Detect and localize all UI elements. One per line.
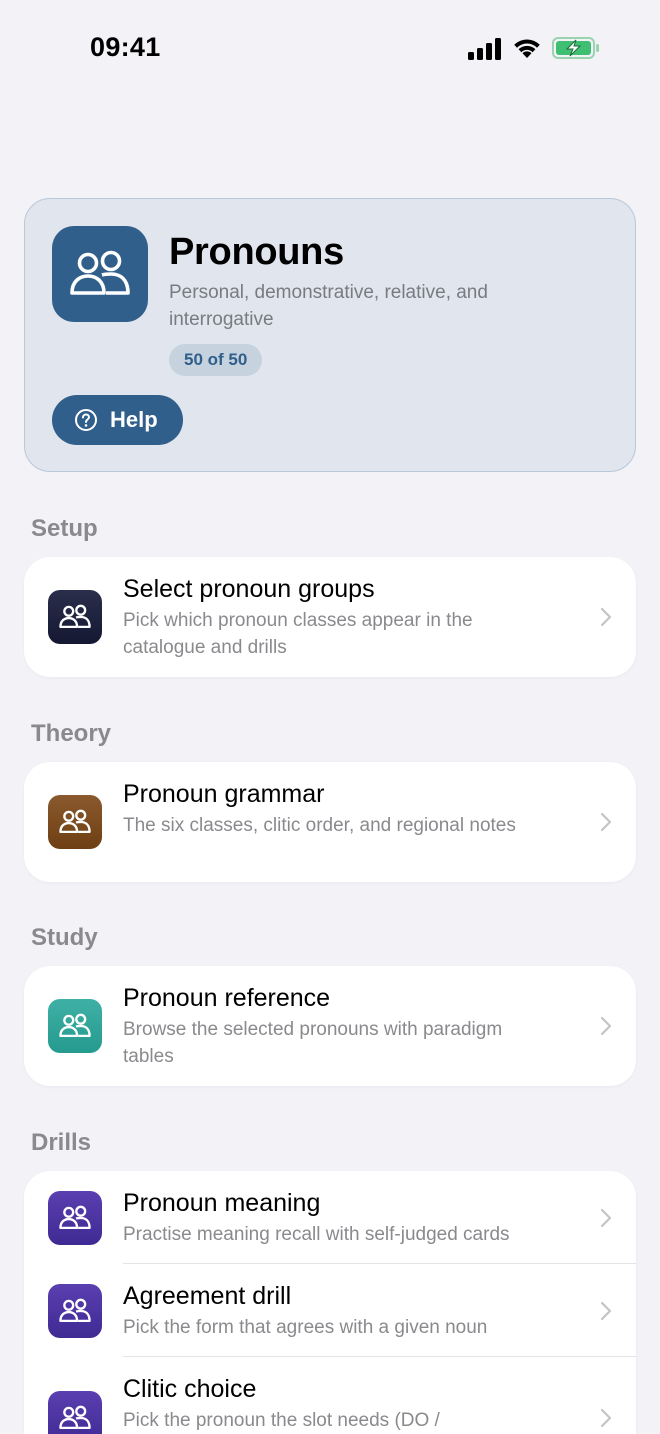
count-badge: 50 of 50 xyxy=(169,344,263,376)
chevron-right-icon xyxy=(600,607,612,627)
people-icon xyxy=(48,1284,102,1338)
header-card: Pronouns Personal, demonstrative, relati… xyxy=(24,198,636,472)
chevron-right-icon xyxy=(600,1301,612,1321)
item-description: Pick the form that agrees with a given n… xyxy=(123,1317,488,1338)
item-title: Pronoun meaning xyxy=(123,1189,321,1217)
page-subtitle: Personal, demonstrative, relative, and i… xyxy=(169,282,488,330)
cellular-signal-icon xyxy=(468,38,501,60)
item-description: Browse the selected pronouns with paradi… xyxy=(123,1019,503,1067)
chevron-right-icon xyxy=(600,1016,612,1036)
chevron-right-icon xyxy=(600,1208,612,1228)
drills-card: Pronoun meaning Practise meaning recall … xyxy=(24,1171,636,1434)
people-icon xyxy=(48,999,102,1053)
study-card: Pronoun reference Browse the selected pr… xyxy=(24,966,636,1086)
help-label: Help xyxy=(110,407,158,432)
people-icon xyxy=(48,795,102,849)
item-title: Agreement drill xyxy=(123,1282,292,1310)
people-icon xyxy=(48,1391,102,1434)
item-description: Pick which pronoun classes appear in the… xyxy=(123,610,473,658)
section-label-theory: Theory xyxy=(31,720,112,747)
item-title: Pronoun grammar xyxy=(123,780,325,808)
wifi-icon xyxy=(514,39,540,58)
section-label-drills: Drills xyxy=(31,1129,92,1156)
chevron-right-icon xyxy=(600,812,612,832)
people-icon xyxy=(48,1191,102,1245)
section-label-study: Study xyxy=(31,924,98,951)
people-icon xyxy=(52,226,148,322)
chevron-right-icon xyxy=(600,1408,612,1428)
theory-card: Pronoun grammar The six classes, clitic … xyxy=(24,762,636,882)
status-bar: 09:41 xyxy=(0,0,660,96)
question-circle-icon xyxy=(75,409,97,431)
item-description: Pick the pronoun the slot needs (DO / xyxy=(123,1410,440,1431)
item-title: Pronoun reference xyxy=(123,984,331,1012)
status-time: 09:41 xyxy=(90,32,161,62)
list-item-agreement-drill[interactable]: Agreement drill Pick the form that agree… xyxy=(24,1264,636,1357)
list-item-clitic-choice[interactable]: Clitic choice Pick the pronoun the slot … xyxy=(24,1357,636,1434)
item-title: Select pronoun groups xyxy=(123,575,375,603)
list-item-pronoun-meaning[interactable]: Pronoun meaning Practise meaning recall … xyxy=(24,1171,636,1264)
battery-charging-icon xyxy=(552,37,599,59)
setup-card: Select pronoun groups Pick which pronoun… xyxy=(24,557,636,677)
help-button[interactable]: Help xyxy=(52,395,183,445)
list-item-pronoun-reference[interactable]: Pronoun reference Browse the selected pr… xyxy=(24,966,636,1086)
list-item-select-pronoun-groups[interactable]: Select pronoun groups Pick which pronoun… xyxy=(24,557,636,677)
item-description: The six classes, clitic order, and regio… xyxy=(123,815,516,836)
page-title: Pronouns xyxy=(169,231,344,273)
item-description: Practise meaning recall with self-judged… xyxy=(123,1224,510,1245)
item-title: Clitic choice xyxy=(123,1375,257,1403)
section-label-setup: Setup xyxy=(31,515,98,542)
people-icon xyxy=(48,590,102,644)
list-item-pronoun-grammar[interactable]: Pronoun grammar The six classes, clitic … xyxy=(24,762,636,882)
